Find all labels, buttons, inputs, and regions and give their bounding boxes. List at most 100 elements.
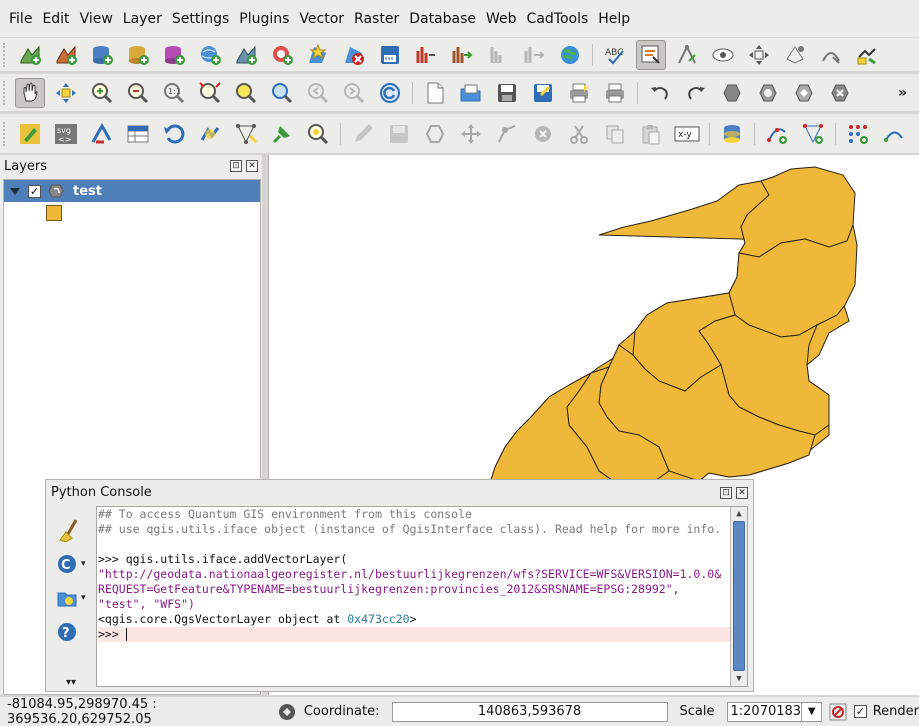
digitize-node-icon[interactable] [672,40,702,70]
offset-curve-icon[interactable] [816,40,846,70]
console-output[interactable]: ## To access Quantum GIS environment fro… [96,506,748,687]
save-project-icon[interactable] [492,78,522,108]
add-part-icon[interactable] [753,78,783,108]
attribute-table-icon[interactable] [123,119,153,149]
move-feature-arrows-icon[interactable] [456,119,486,149]
local-histogram-icon[interactable] [483,40,513,70]
menu-raster[interactable]: Raster [349,11,404,27]
node-tool-icon[interactable] [231,119,261,149]
collapse-arrow-icon[interactable] [10,187,20,195]
rotate-feature-icon[interactable] [159,119,189,149]
menu-web[interactable]: Web [481,11,522,27]
menu-edit[interactable]: Edit [37,11,74,27]
chevron-down-icon[interactable]: ▼ [801,702,821,721]
zoom-native-icon[interactable]: 1:1 [159,78,189,108]
float-panel-icon[interactable]: ⊡ [230,160,242,172]
zoom-next-icon[interactable] [339,78,369,108]
save-edits-icon[interactable] [384,119,414,149]
zoom-in-icon[interactable] [87,78,117,108]
console-scrollbar[interactable]: ▲ ▼ [730,507,747,686]
float-console-icon[interactable]: ⊡ [720,486,732,499]
add-wms-layer-icon[interactable] [195,40,225,70]
cut-features-icon[interactable] [564,119,594,149]
new-shapefile-layer-icon[interactable] [303,40,333,70]
console-input-line[interactable]: >>> [98,627,731,642]
paste-features-icon[interactable] [636,119,666,149]
full-histogram-icon[interactable] [519,40,549,70]
composer-manager-icon[interactable] [600,78,630,108]
add-feature-icon[interactable] [420,119,450,149]
move-feature-icon[interactable] [744,40,774,70]
layer-visibility-checkbox[interactable]: ✓ [28,184,41,198]
add-vector-layer-icon[interactable] [15,40,45,70]
identify-features-icon[interactable] [636,39,666,70]
pencil-icon[interactable] [348,119,378,149]
add-ring-icon[interactable] [717,78,747,108]
zoom-full-icon[interactable] [195,78,225,108]
console-settings-icon[interactable]: C ▾ [56,550,92,578]
delete-part-icon[interactable] [825,78,855,108]
remove-layer-icon[interactable] [339,40,369,70]
copy-features-icon[interactable] [600,119,630,149]
clear-console-icon[interactable] [56,516,92,544]
eye-icon[interactable] [708,40,738,70]
fill-ring-icon[interactable] [789,78,819,108]
stretch-histogram-icon[interactable] [447,40,477,70]
layer-legend-swatch[interactable] [46,205,62,221]
zoom-to-layer-icon[interactable] [267,78,297,108]
digitize-arrow-icon[interactable] [87,119,117,149]
toolbar-grip[interactable] [3,80,8,105]
open-script-icon[interactable]: ▾ [56,584,92,612]
new-project-icon[interactable] [420,78,450,108]
help-icon[interactable]: ? [56,618,92,646]
menu-plugins[interactable]: Plugins [234,11,294,27]
vertex-tool-icon[interactable] [492,119,522,149]
menu-file[interactable]: File [4,11,37,27]
simplify-feature-icon[interactable] [195,119,225,149]
console-expand-icon[interactable]: ▾▾ [56,668,92,696]
svg-icon[interactable]: svg <> [51,119,81,149]
menu-help[interactable]: Help [593,11,635,27]
zoom-out-icon[interactable] [123,78,153,108]
redo-icon[interactable] [681,78,711,108]
arc-tool-icon[interactable] [879,119,909,149]
add-wcs-layer-icon[interactable] [231,40,261,70]
toggle-extents-icon[interactable] [277,702,297,722]
spell-check-icon[interactable]: ABC [600,40,630,70]
add-circular-string-icon[interactable] [762,119,792,149]
menu-settings[interactable]: Settings [167,11,234,27]
open-project-icon[interactable] [456,78,486,108]
scroll-down-icon[interactable]: ▼ [731,672,747,686]
pin-labels-icon[interactable] [267,119,297,149]
close-console-icon[interactable]: ✕ [736,486,748,499]
pan-to-selection-icon[interactable] [51,78,81,108]
undo-icon[interactable] [645,78,675,108]
add-postgis-layer-icon[interactable] [87,40,117,70]
pan-map-icon[interactable] [15,77,45,108]
save-project-as-icon[interactable] [528,78,558,108]
menu-database[interactable]: Database [404,11,481,27]
add-mssql-layer-icon[interactable] [159,40,189,70]
scale-combobox[interactable]: 1:2070183 ▼ [726,701,823,722]
zoom-to-selection-icon[interactable] [231,78,261,108]
menu-view[interactable]: View [75,11,118,27]
database-icon[interactable] [717,119,747,149]
plugin-icon[interactable] [852,40,882,70]
xy-coordinate-icon[interactable]: x-y [672,119,702,149]
stop-render-icon[interactable] [828,702,848,722]
refresh-icon[interactable] [375,78,405,108]
delete-selected-icon[interactable] [528,119,558,149]
globe-icon[interactable] [555,40,585,70]
save-layer-icon[interactable] [375,40,405,70]
toolbar-overflow-button[interactable]: » [898,85,907,101]
point-grid-icon[interactable] [843,119,873,149]
scrollbar-thumb[interactable] [733,521,745,671]
add-spatialite-layer-icon[interactable] [123,40,153,70]
toolbar-grip[interactable] [3,121,8,146]
new-print-composer-icon[interactable] [564,78,594,108]
scale-feature-icon[interactable] [780,40,810,70]
add-raster-layer-icon[interactable] [51,40,81,70]
add-node-icon[interactable] [798,119,828,149]
scroll-up-icon[interactable]: ▲ [731,507,747,521]
toolbar-grip[interactable] [3,42,8,67]
